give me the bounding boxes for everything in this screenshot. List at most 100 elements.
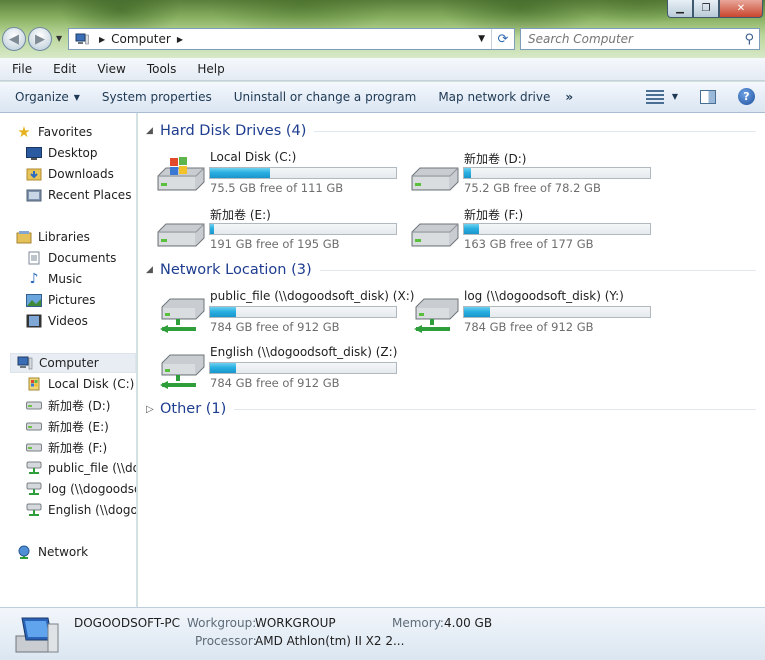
map-network-drive-button[interactable]: Map network drive [431, 90, 557, 104]
nav-network-drive-x[interactable]: public_file (\\dogoodsoft_disk) (X:) [26, 458, 136, 478]
group-hard-disk-drives[interactable]: ◢ Hard Disk Drives (4) [146, 123, 756, 139]
breadcrumb-separator-icon[interactable]: ▶ [99, 35, 105, 44]
nav-network-label: Network [38, 545, 89, 559]
nav-recent-places[interactable]: Recent Places [26, 185, 131, 205]
workgroup-label: Workgroup: [187, 616, 257, 630]
nav-network[interactable]: Network [16, 542, 88, 562]
nav-network-drive-y[interactable]: log (\\dogoodsoft_disk) (Y:) [26, 479, 136, 499]
nav-local-c-label: Local Disk (C:) [48, 377, 135, 391]
system-properties-button[interactable]: System properties [95, 90, 219, 104]
refresh-icon[interactable]: ⟳ [492, 32, 514, 47]
help-icon[interactable]: ? [738, 88, 755, 105]
address-bar[interactable]: ▶ Computer ▶ ▼ ⟳ [68, 28, 515, 50]
drive-free-space: 784 GB free of 912 GB [210, 376, 340, 390]
network-drive-tile-x[interactable]: public_file (\\dogoodsoft_disk) (X:) 784… [156, 289, 414, 339]
nav-network-drive-z[interactable]: English (\\dogoodsoft_disk) (Z:) [26, 500, 136, 520]
menu-view[interactable]: View [95, 62, 127, 76]
nav-local-disk-c[interactable]: Local Disk (C:) [26, 374, 134, 394]
drive-tile-f[interactable]: 新加卷 (F:) 163 GB free of 177 GB [410, 206, 660, 256]
hard-drive-icon [157, 223, 205, 247]
nav-music-label: Music [48, 272, 83, 286]
drive-tile-e[interactable]: 新加卷 (E:) 191 GB free of 195 GB [156, 206, 406, 256]
search-input[interactable] [528, 32, 738, 46]
nav-favorites-label: Favorites [38, 125, 93, 139]
network-drive-tile-z[interactable]: English (\\dogoodsoft_disk) (Z:) 784 GB … [156, 345, 406, 395]
network-drive-icon [160, 354, 205, 389]
nav-volume-f[interactable]: 新加卷 (F:) [26, 437, 107, 457]
hard-drive-icon [26, 440, 42, 454]
group-title: Network Location (3) [160, 262, 312, 278]
network-drive-tile-y[interactable]: log (\\dogoodsoft_disk) (Y:) 784 GB free… [410, 289, 660, 339]
title-bar: ▁ ❐ ✕ ◀ ▶ ▼ ▶ Computer ▶ ▼ ⟳ ⚲ [0, 0, 765, 58]
preview-pane-icon[interactable] [700, 89, 716, 104]
search-box[interactable]: ⚲ [520, 28, 760, 50]
menu-tools[interactable]: Tools [145, 62, 179, 76]
close-button[interactable]: ✕ [719, 0, 763, 18]
back-button[interactable]: ◀ [2, 27, 26, 51]
drive-free-space: 191 GB free of 195 GB [210, 237, 340, 251]
details-pane: DOGOODSOFT-PC Workgroup: WORKGROUP Memor… [0, 607, 765, 660]
processor-label: Processor: [195, 634, 257, 648]
nav-documents[interactable]: Documents [26, 248, 116, 268]
group-other[interactable]: ▷ Other (1) [146, 401, 756, 417]
nav-vol-d-label: 新加卷 (D:) [48, 398, 111, 413]
nav-volume-d[interactable]: 新加卷 (D:) [26, 395, 110, 415]
forward-button[interactable]: ▶ [28, 27, 52, 51]
organize-button[interactable]: Organize ▼ [8, 90, 87, 104]
drive-name: English (\\dogoodsoft_disk) (Z:) [210, 345, 398, 359]
drive-name: 新加卷 (F:) [464, 208, 524, 222]
drive-free-space: 784 GB free of 912 GB [210, 320, 340, 334]
hard-drive-icon [26, 419, 42, 433]
music-icon: ♪ [29, 271, 39, 287]
expand-arrow-icon[interactable]: ▷ [146, 404, 154, 415]
drive-usage-fill [210, 363, 237, 373]
collapse-arrow-icon[interactable]: ◢ [146, 265, 154, 275]
drive-usage-bar [209, 306, 397, 318]
nav-pictures[interactable]: Pictures [26, 290, 96, 310]
nav-computer[interactable]: Computer [10, 353, 136, 373]
drive-name: 新加卷 (D:) [464, 152, 527, 166]
nav-pictures-label: Pictures [48, 293, 96, 307]
search-icon[interactable]: ⚲ [744, 32, 754, 47]
navigation-pane: ★ Favorites Desktop Downloads Recent Pla… [0, 113, 137, 607]
computer-icon [75, 33, 89, 45]
menu-file[interactable]: File [10, 62, 34, 76]
drive-name: Local Disk (C:) [210, 150, 297, 164]
breadcrumb-computer[interactable]: Computer [111, 32, 171, 46]
maximize-button[interactable]: ❐ [693, 0, 719, 18]
chevron-down-icon: ▼ [73, 92, 80, 102]
nav-volume-e[interactable]: 新加卷 (E:) [26, 416, 109, 436]
menu-edit[interactable]: Edit [51, 62, 78, 76]
collapse-arrow-icon[interactable]: ◢ [146, 126, 154, 136]
nav-desktop[interactable]: Desktop [26, 143, 98, 163]
windows-drive-icon [26, 377, 42, 391]
nav-libraries[interactable]: Libraries [16, 227, 90, 247]
more-commands-button[interactable]: » [565, 90, 573, 104]
nav-favorites[interactable]: ★ Favorites [16, 122, 92, 142]
drive-usage-bar [209, 362, 397, 374]
minimize-button[interactable]: ▁ [667, 0, 693, 18]
uninstall-program-button[interactable]: Uninstall or change a program [227, 90, 424, 104]
nav-downloads[interactable]: Downloads [26, 164, 114, 184]
drive-tile-c[interactable]: Local Disk (C:) 75.5 GB free of 111 GB [156, 150, 406, 200]
address-dropdown-icon[interactable]: ▼ [472, 29, 492, 49]
group-network-location[interactable]: ◢ Network Location (3) [146, 262, 756, 278]
nav-libraries-label: Libraries [38, 230, 90, 244]
view-options-dropdown[interactable]: ▼ [672, 92, 678, 101]
change-view-icon[interactable] [645, 89, 664, 104]
nav-music[interactable]: ♪ Music [26, 269, 83, 289]
network-drive-icon [414, 298, 459, 333]
drive-usage-fill [464, 307, 491, 317]
recent-pages-dropdown[interactable]: ▼ [56, 34, 62, 43]
nav-net-z-label: English (\\dogoodsoft_disk) (Z:) [48, 503, 136, 517]
breadcrumb-separator-icon[interactable]: ▶ [177, 35, 183, 44]
drive-usage-bar [463, 223, 651, 235]
menu-help[interactable]: Help [195, 62, 226, 76]
drive-usage-bar [463, 167, 651, 179]
forward-arrow-icon: ▶ [35, 31, 45, 47]
organize-label: Organize [15, 90, 69, 104]
windows-drive-icon [157, 157, 205, 191]
drive-tile-d[interactable]: 新加卷 (D:) 75.2 GB free of 78.2 GB [410, 150, 660, 200]
nav-videos[interactable]: Videos [26, 311, 88, 331]
back-arrow-icon: ◀ [9, 31, 19, 47]
